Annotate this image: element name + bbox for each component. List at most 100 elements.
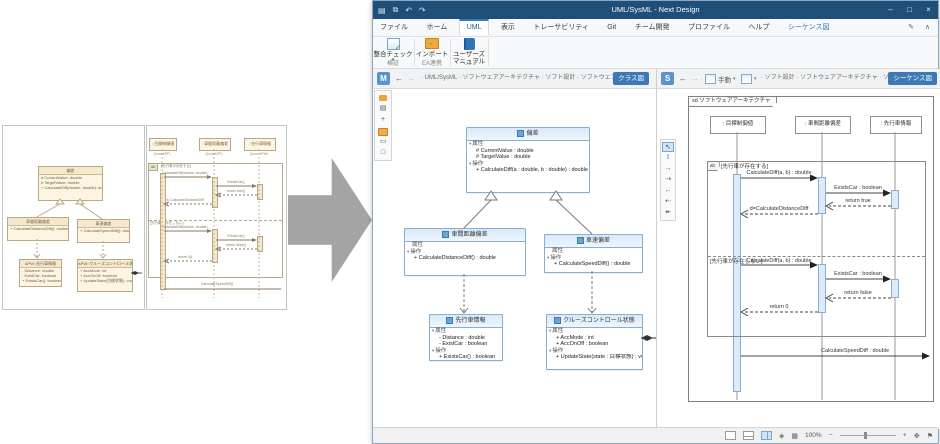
thumb-class-hensa: 偏差 # CurrentValue: double # TargetValue:… [38, 166, 103, 201]
ribbon-group-help: ユーザーズ マニュアル ヘルプ [451, 37, 487, 68]
tab-help[interactable]: ヘルプ [741, 19, 776, 36]
message-label[interactable]: return false [788, 290, 928, 296]
lifeline-target-value[interactable]: : 目標制御値 [710, 116, 766, 134]
lifeline-leadcar-info[interactable]: : 先行車情報 [870, 116, 922, 134]
class-icon [446, 317, 453, 324]
app-window: ▤ ⧉ ↶ ↷ UML/SysML - Next Design – □ × ファ… [372, 0, 939, 444]
chevron-down-icon: ▾ [754, 76, 757, 82]
transform-arrow [288, 158, 372, 282]
frame-tool-icon[interactable]: □ [377, 148, 389, 158]
feedback-icon[interactable]: ✎ [908, 19, 914, 36]
zoom-out-button[interactable]: − [829, 432, 833, 439]
thumb-class-distance-dev: 車間距離偏差 + CalculateDistanceDiff(): double [7, 217, 69, 241]
message-label[interactable]: CalculateSpeedDiff : double [780, 348, 930, 354]
display-option-dropdown[interactable]: ▾ [741, 72, 757, 85]
lifeline-distance-deviation[interactable]: : 車間距離偏差 [795, 116, 851, 134]
window-title: UML/SysML - Next Design [373, 1, 938, 19]
model-badge-m[interactable]: M [377, 72, 390, 85]
thumb-lifeline: : 先行車情報 [244, 138, 276, 151]
message-label[interactable]: d=CalculateDistanceDiff [704, 206, 854, 212]
minimize-button[interactable]: – [881, 1, 900, 19]
tab-traceability[interactable]: トレーサビリティ [526, 19, 595, 36]
manual-icon [464, 38, 475, 50]
class-node-speed-deviation[interactable]: 車速偏差 属性 ▾操作 + CalculateSpeedDiff() : dou… [544, 234, 643, 273]
class-diagram-canvas[interactable]: ▤ + ▭ □ 偏差 ▾属性 [373, 89, 656, 429]
package-tool-icon[interactable] [377, 126, 389, 136]
tab-profile[interactable]: プロファイル [681, 19, 737, 36]
zoom-level: 100% [805, 432, 822, 439]
class-node-cruise-state[interactable]: クルーズコントロール状態 ▾属性 + AccMode : int + AccOn… [546, 314, 643, 370]
return-message-tool-icon[interactable]: ← [662, 186, 674, 196]
group-label-help: ヘルプ [451, 58, 487, 67]
lost-message-tool-icon[interactable]: ↞ [662, 208, 674, 218]
back-button[interactable]: ← [679, 69, 687, 88]
association-tool-icon[interactable]: + [377, 115, 389, 125]
zoom-fit-icon[interactable]: ✥ [914, 432, 920, 440]
maximize-button[interactable]: □ [900, 1, 919, 19]
close-button[interactable]: × [919, 1, 938, 19]
tab-sequence-diagram[interactable]: シーケンス図 [781, 19, 837, 36]
message-label[interactable]: ExistsCar : boolean [788, 185, 928, 191]
zoom-slider-handle[interactable] [864, 432, 867, 439]
display-option-icon [741, 74, 752, 84]
map-view-icon[interactable]: ◈ [779, 432, 784, 440]
zoom-slider[interactable] [840, 431, 896, 440]
pin-icon[interactable]: ⚑ [927, 432, 933, 440]
back-button[interactable]: ← [395, 69, 403, 88]
layout-columns-icon[interactable] [761, 431, 772, 440]
class-diagram-pane-header: M ← → · UML/SysML · ソフトウェアアーキテクチャ · ソフト設… [373, 69, 656, 89]
source-class-diagram-thumbnail: 偏差 # CurrentValue: double # TargetValue:… [2, 125, 145, 310]
class-node-deviation[interactable]: 偏差 ▾属性 # CurrentValue : double # TargetV… [466, 127, 590, 193]
message-label[interactable]: return true [788, 198, 928, 204]
sequence-diagram-canvas[interactable]: ↖ I → ⇢ ← ⇠ ↞ sd ソフトウェアアーキテクチャ : 目標制御値 :… [656, 89, 940, 429]
tab-git[interactable]: Git [600, 19, 623, 36]
import-icon: → [425, 38, 439, 49]
thumb-class-cruise-state: APW::クルーズコントロール状態 + AccMode: int + AccOn… [77, 259, 133, 292]
group-label-verify: 検証 [373, 58, 413, 67]
thumb-class-leadcar: APW::先行車情報 - Distance: double - ExistCar… [19, 259, 62, 287]
item-tool-icon[interactable]: ▭ [377, 137, 389, 147]
class-node-distance-deviation[interactable]: 車間距離偏差 属性 ▾操作 + CalculateDistanceDiff() … [404, 228, 526, 276]
class-node-leadcar-info[interactable]: 先行車情報 ▾属性 - Distance : double - ExistCar… [429, 314, 503, 361]
message-label[interactable]: ExistsCar : boolean [788, 271, 928, 277]
async-message-tool-icon[interactable]: ⇢ [662, 175, 674, 185]
diagram-type-badge: クラス図 [613, 72, 649, 85]
forward-button[interactable]: → [691, 69, 699, 88]
layout-single-icon[interactable] [725, 431, 736, 440]
tab-view[interactable]: 表示 [494, 19, 522, 36]
import-button[interactable]: → インポート [415, 38, 449, 58]
forward-button[interactable]: → [407, 69, 415, 88]
class-icon [577, 237, 584, 244]
zoom-in-button[interactable]: + [903, 432, 907, 439]
tab-team[interactable]: チーム開発 [628, 19, 677, 36]
class-tool-icon[interactable]: ▤ [377, 104, 389, 114]
sequence-diagram-pane-header: S ← → 手動 ▾ ▾ · ソフト設計 · ソフトウェアアーキテクチャ · ソ… [656, 69, 940, 89]
tab-home[interactable]: ホーム [419, 19, 454, 36]
sd-frame-label: sd ソフトウェアアーキテクチャ [688, 96, 777, 107]
window-controls: – □ × [881, 1, 938, 19]
titlebar[interactable]: ▤ ⧉ ↶ ↷ UML/SysML - Next Design – □ × [373, 1, 938, 19]
tab-uml[interactable]: UML [459, 19, 490, 35]
note-tool-icon[interactable] [377, 93, 389, 103]
layout-mode-dropdown[interactable]: 手動 ▾ [705, 72, 736, 85]
message-label[interactable]: CalculateDiff(a, b) : double [704, 170, 854, 176]
layout-rows-icon[interactable] [743, 431, 754, 440]
collapse-ribbon-icon[interactable]: ∧ [925, 19, 930, 36]
sync-message-tool-icon[interactable]: → [662, 164, 674, 174]
tab-file[interactable]: ファイル [373, 19, 415, 36]
breadcrumb[interactable]: · UML/SysML · ソフトウェアアーキテクチャ · ソフト設計 · ソフ… [421, 69, 621, 88]
message-label[interactable]: CalculateDiff(a, b) : double [704, 258, 854, 264]
layout-mode-icon [705, 74, 716, 84]
thumb-class-speed-dev: 車速偏差 + CalculateSpeedDiff(): double [77, 219, 130, 243]
found-message-tool-icon[interactable]: ⇠ [662, 197, 674, 207]
select-tool-icon[interactable]: ↖ [662, 142, 674, 152]
model-badge-s[interactable]: S [661, 72, 674, 85]
group-label-ea: EA連携 [415, 58, 449, 67]
class-icon [554, 317, 561, 324]
sequence-tool-palette: ↖ I → ⇢ ← ⇠ ↞ [660, 139, 676, 221]
image-export-icon[interactable]: ▦ [791, 432, 798, 440]
screen: 偏差 # CurrentValue: double # TargetValue:… [0, 0, 940, 444]
message-label[interactable]: return 0 [704, 304, 854, 310]
lifeline-tool-icon[interactable]: I [662, 153, 674, 163]
consistency-check-icon: ✓ [387, 38, 400, 50]
